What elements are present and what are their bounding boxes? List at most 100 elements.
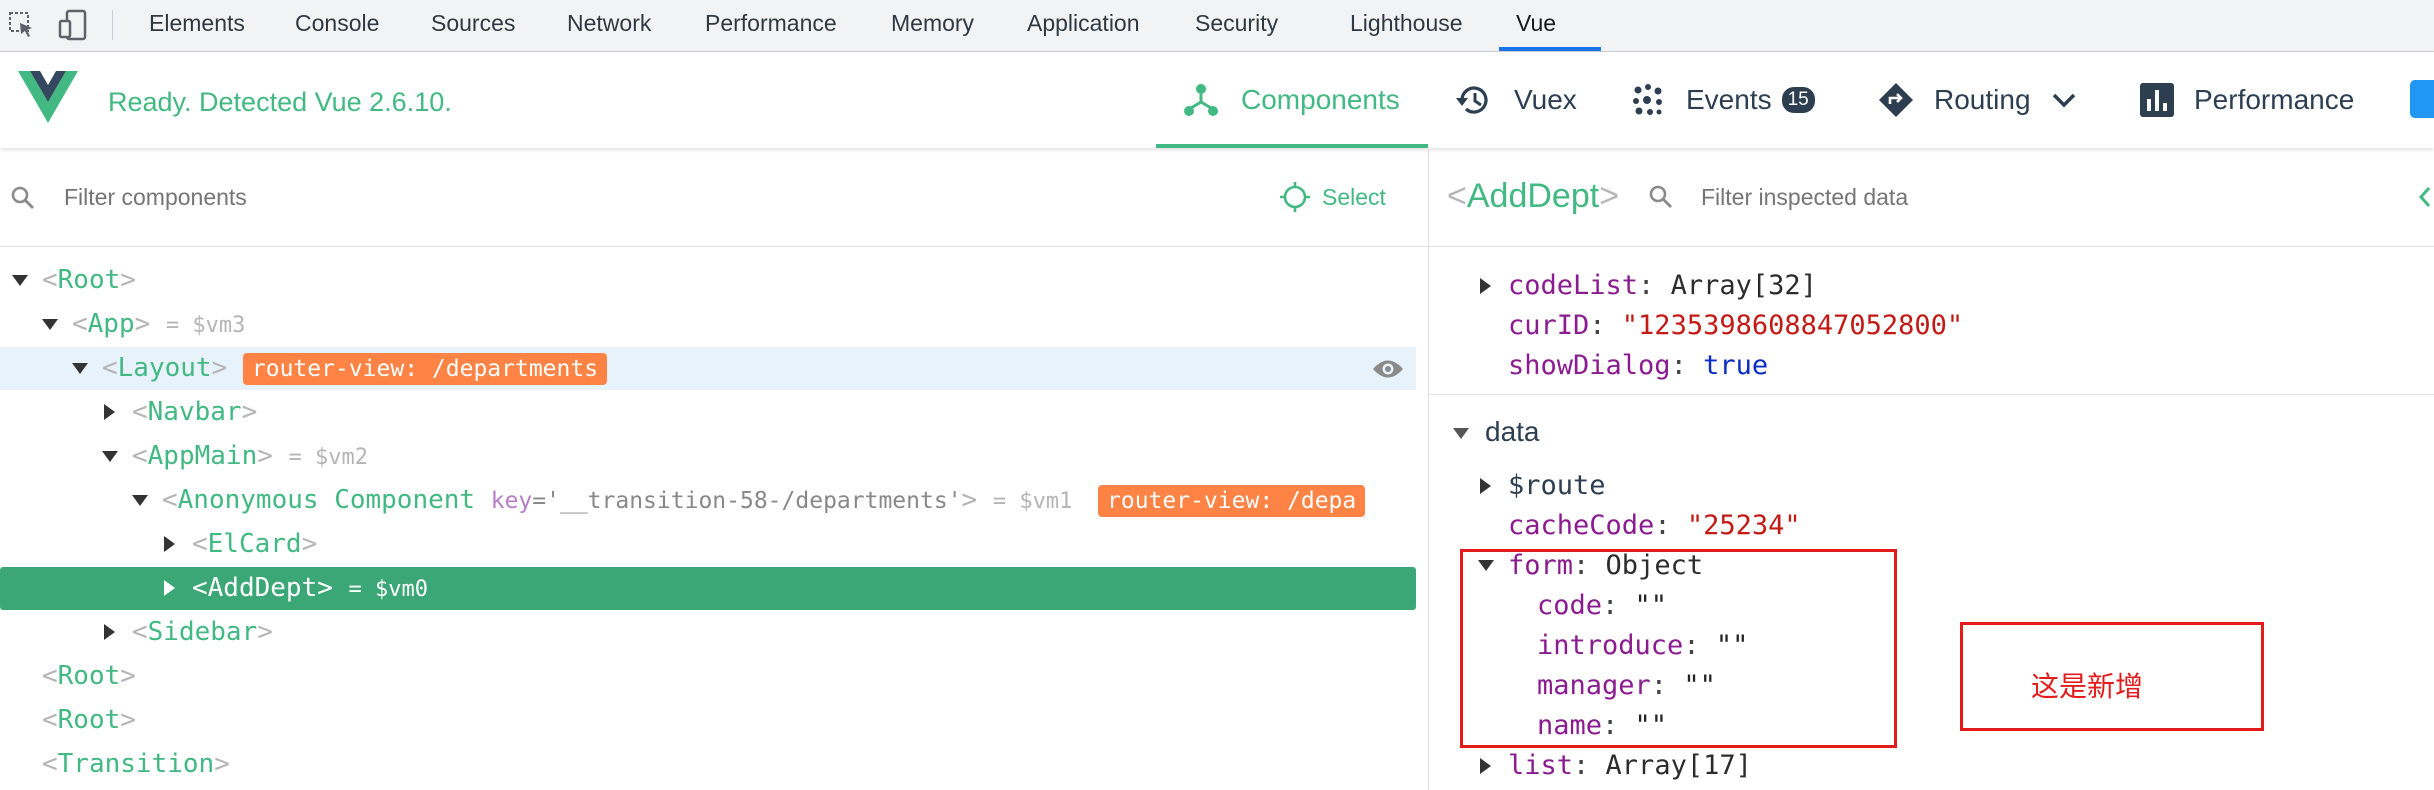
tree-node-sidebar[interactable]: <Sidebar> (0, 611, 1416, 654)
toolbar-divider (112, 10, 113, 40)
nav-routing-label: Routing (1934, 84, 2031, 115)
nav-components[interactable]: Components (1183, 52, 1400, 148)
tab-vue[interactable]: Vue (1516, 0, 1556, 51)
component-name: Root (57, 265, 121, 295)
nav-performance-label: Performance (2194, 84, 2355, 115)
component-name: ElCard (207, 529, 302, 559)
prop-curid: curID: "1235398608847052800" (1508, 310, 1964, 341)
events-icon (1633, 84, 1662, 115)
chevron-left-icon[interactable] (2419, 186, 2431, 208)
data-section-title[interactable]: data (1485, 412, 1540, 452)
component-name: Transition (57, 749, 215, 779)
collapse-arrow-icon[interactable] (1480, 478, 1491, 494)
expand-arrow-icon[interactable] (1453, 428, 1469, 439)
tree-node-root[interactable]: <Root> (0, 655, 1416, 698)
tree-node-anonymous[interactable]: <Anonymous Component key='__transition-5… (0, 479, 1416, 522)
data-list[interactable]: list: Array[17] (1508, 746, 1752, 786)
vm-ref: = $vm3 (165, 313, 246, 338)
key-attr-name: key (490, 488, 533, 514)
tab-memory[interactable]: Memory (891, 0, 974, 51)
collapse-arrow-icon[interactable] (1480, 278, 1491, 294)
component-name: Root (57, 661, 121, 691)
routing-icon (1879, 83, 1913, 117)
nav-performance[interactable]: Performance (2140, 52, 2354, 148)
collapse-arrow-icon[interactable] (104, 624, 115, 640)
collapse-arrow-icon[interactable] (164, 580, 175, 596)
tree-node-adddept[interactable]: <AddDept> = $vm0 (0, 567, 1416, 610)
expand-arrow-icon[interactable] (102, 451, 118, 462)
tab-network[interactable]: Network (567, 0, 651, 51)
tab-application[interactable]: Application (1027, 0, 1140, 51)
tree-node-app[interactable]: <App> = $vm3 (0, 303, 1416, 346)
status-text: Ready. Detected Vue 2.6.10. (108, 87, 452, 117)
component-name: Anonymous Component (177, 485, 476, 515)
component-name: App (87, 309, 135, 339)
section-divider (1429, 394, 2434, 395)
expand-arrow-icon[interactable] (72, 363, 88, 374)
collapse-arrow-icon[interactable] (164, 536, 175, 552)
nav-routing[interactable]: Routing (1878, 52, 2077, 148)
expand-arrow-icon[interactable] (12, 275, 28, 286)
tree-node-layout[interactable]: <Layout> router-view: /departments (0, 347, 1416, 390)
tab-security[interactable]: Security (1195, 0, 1278, 51)
nav-components-label: Components (1241, 84, 1400, 115)
router-view-tag: router-view: /departments (242, 352, 608, 385)
bar-chart-icon (2140, 83, 2174, 117)
collapse-arrow-icon[interactable] (104, 404, 115, 420)
annotation-note-box: 这是新增 (1960, 622, 2264, 731)
annotation-highlight-box (1460, 549, 1897, 748)
tab-lighthouse[interactable]: Lighthouse (1350, 0, 1463, 51)
search-icon (1649, 185, 1672, 208)
events-count-badge: 15 (1781, 87, 1815, 113)
tree-node-root[interactable]: <Root> (0, 259, 1416, 302)
expand-arrow-icon[interactable] (132, 495, 148, 506)
select-label: Select (1322, 183, 1386, 210)
device-toolbar-icon[interactable] (58, 9, 90, 41)
select-component-button[interactable]: Select (1278, 179, 1386, 215)
nav-events[interactable]: Events 15 (1630, 52, 1815, 148)
vm-ref: = $vm1 (992, 489, 1073, 514)
inspected-component-title: <AddDept> (1447, 177, 1620, 215)
collapse-arrow-icon[interactable] (1480, 758, 1491, 774)
eye-icon[interactable] (1372, 358, 1404, 380)
vm-ref: = $vm0 (348, 577, 429, 602)
tree-node-root[interactable]: <Root> (0, 699, 1416, 742)
tree-node-navbar[interactable]: <Navbar> (0, 391, 1416, 434)
components-filter-bar: Select (0, 148, 1428, 247)
devtools-tabbar: Elements Console Sources Network Perform… (0, 0, 2434, 52)
tab-performance[interactable]: Performance (705, 0, 837, 51)
component-name: Layout (117, 353, 212, 383)
tree-node-elcard[interactable]: <ElCard> (0, 523, 1416, 566)
tree-node-transition[interactable]: <Transition> (0, 743, 1416, 786)
data-cachecode: cacheCode: "25234" (1508, 510, 1801, 541)
vue-logo-icon (18, 71, 78, 123)
history-icon (1456, 86, 1488, 114)
component-name: AppMain (147, 441, 258, 471)
prop-codelist[interactable]: codeList: Array[32] (1508, 266, 1817, 306)
crosshair-icon (1280, 182, 1310, 212)
tab-sources[interactable]: Sources (431, 0, 515, 51)
component-name: Sidebar (147, 617, 258, 647)
expand-arrow-icon[interactable] (42, 319, 58, 330)
prop-showdialog: showDialog: true (1508, 350, 1769, 381)
filter-inspected-data-input[interactable] (1699, 176, 2303, 218)
active-tab-indicator (1499, 47, 1601, 51)
inspector-header: <AddDept> (1429, 148, 2434, 247)
inspect-element-icon[interactable] (8, 11, 36, 39)
annotation-text: 这是新增 (2031, 670, 2144, 703)
tab-elements[interactable]: Elements (149, 0, 245, 51)
chevron-down-icon[interactable] (2051, 91, 2077, 109)
nav-vuex[interactable]: Vuex (1454, 52, 1577, 148)
component-name: Navbar (147, 397, 242, 427)
tab-console[interactable]: Console (295, 0, 379, 51)
router-view-tag: router-view: /depa (1098, 484, 1366, 517)
components-icon (1184, 84, 1218, 116)
nav-vuex-label: Vuex (1514, 84, 1577, 115)
nav-events-label: Events (1686, 84, 1772, 115)
key-attr-value: ='__transition-58-/departments' (532, 488, 962, 514)
tree-node-appmain[interactable]: <AppMain> = $vm2 (0, 435, 1416, 478)
filter-components-input[interactable] (62, 176, 766, 218)
data-route[interactable]: $route (1508, 466, 1606, 506)
settings-icon[interactable] (2410, 80, 2434, 118)
vm-ref: = $vm2 (288, 445, 369, 470)
